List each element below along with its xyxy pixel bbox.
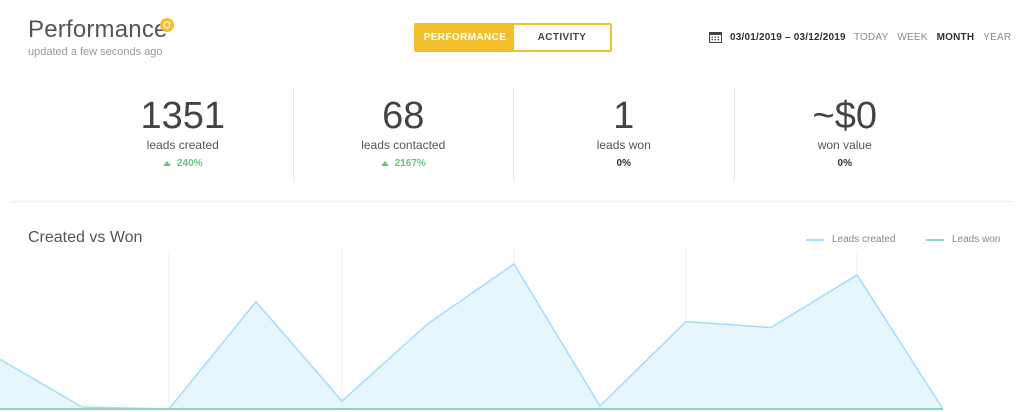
legend-swatch: [806, 238, 824, 241]
stat-label: leads won: [596, 138, 651, 152]
stat-won-value: ~$0 won value 0%: [735, 88, 956, 182]
stat-value: 1351: [140, 95, 226, 137]
stat-change: 240%: [73, 158, 293, 169]
range-week[interactable]: WEEK: [897, 32, 927, 43]
range-today[interactable]: TODAY: [854, 32, 889, 43]
stat-change-text: 0%: [837, 158, 852, 169]
stat-change-text: 0%: [616, 158, 631, 169]
tab-activity[interactable]: ACTIVITY: [514, 25, 610, 50]
legend-item-leads-won[interactable]: Leads won: [926, 234, 1000, 245]
stat-value: ~$0: [812, 95, 877, 137]
stat-leads-won: 1 leads won 0%: [514, 88, 735, 182]
stat-label: leads created: [146, 138, 219, 152]
stat-label: leads contacted: [361, 138, 446, 152]
stat-change: 0%: [514, 158, 734, 169]
up-arrow-icon: [162, 161, 171, 166]
stats-row: 1351 leads created 240% 68 leads contact…: [73, 88, 955, 182]
chart-title: Created vs Won: [28, 229, 143, 246]
date-range-bar: 03/01/2019 – 03/12/2019 TODAY WEEK MONTH…: [709, 31, 1020, 43]
stat-change: 0%: [735, 158, 956, 169]
legend-label: Leads created: [832, 234, 896, 245]
refresh-icon[interactable]: [160, 18, 174, 32]
tab-performance[interactable]: PERFORMANCE: [416, 25, 514, 50]
range-month[interactable]: MONTH: [937, 32, 975, 43]
created-vs-won-chart: [0, 250, 944, 410]
stat-label: won value: [817, 138, 872, 152]
stat-leads-contacted: 68 leads contacted 2167%: [294, 88, 514, 182]
calendar-icon[interactable]: [709, 31, 722, 43]
stat-change-text: 240%: [176, 158, 203, 169]
header: Performance updated a few seconds ago PE…: [0, 0, 1024, 80]
stat-leads-created: 1351 leads created 240%: [73, 88, 294, 182]
up-arrow-icon: [380, 161, 389, 166]
view-toggle: PERFORMANCE ACTIVITY: [414, 23, 612, 52]
stat-change-text: 2167%: [394, 158, 426, 169]
refresh-glyph: [163, 21, 171, 29]
series-area-leads-created: [0, 263, 943, 409]
page-title: Performance: [28, 16, 168, 43]
legend-label: Leads won: [952, 234, 1001, 245]
stat-value: 1: [613, 95, 635, 137]
range-year[interactable]: YEAR: [983, 32, 1011, 43]
section-divider: [10, 201, 1013, 202]
legend-item-leads-created[interactable]: Leads created: [806, 234, 895, 245]
stat-change: 2167%: [294, 158, 514, 169]
date-range-text[interactable]: 03/01/2019 – 03/12/2019: [730, 32, 846, 43]
stat-value: 68: [382, 95, 425, 137]
last-updated-text: updated a few seconds ago: [28, 46, 163, 58]
legend-swatch: [926, 238, 944, 241]
